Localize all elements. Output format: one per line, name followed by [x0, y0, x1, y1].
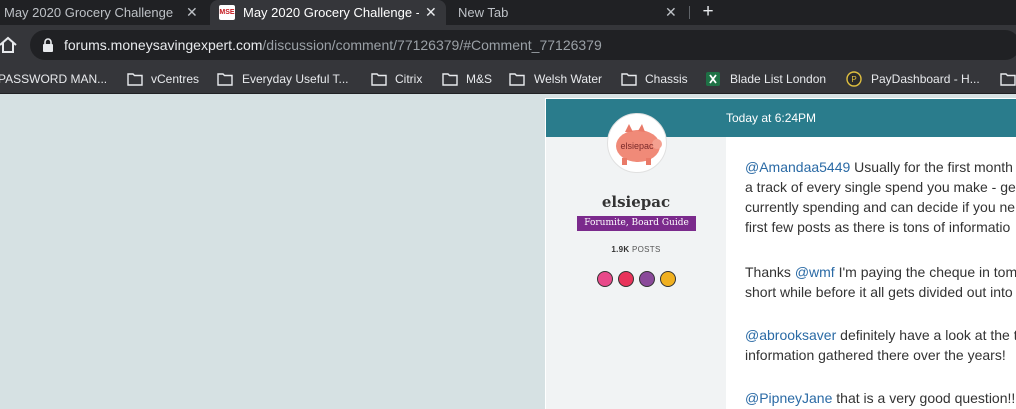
tab-title: New Tab — [458, 5, 509, 20]
mse-favicon-icon: MSE — [219, 5, 235, 20]
folder-icon — [217, 73, 233, 86]
new-tab-button[interactable]: + — [698, 0, 718, 25]
mention-link[interactable]: @Amandaa5449 — [745, 159, 850, 175]
tab-grocery-challenge-2[interactable]: MSE May 2020 Grocery Challenge - ✕ — [210, 0, 446, 25]
bookmark-label: M&S — [466, 72, 493, 86]
badge-icon[interactable] — [639, 271, 655, 287]
browser-toolbar: forums.moneysavingexpert.com/discussion/… — [0, 25, 1016, 65]
author-badges — [597, 271, 677, 287]
author-username[interactable]: elsiepac — [546, 193, 726, 211]
page-viewport: Today at 6:24PM elsiepac elsiepac Forumi… — [0, 94, 1016, 409]
badge-icon[interactable] — [660, 271, 676, 287]
bookmark-label: Welsh Water — [534, 72, 603, 86]
post-count-value: 1.9K — [611, 245, 630, 254]
tab-strip: May 2020 Grocery Challenge - ✕ MSE May 2… — [0, 0, 1016, 25]
mention-link[interactable]: @wmf — [795, 264, 835, 280]
folder-icon — [509, 73, 525, 86]
tab-title: May 2020 Grocery Challenge - — [243, 5, 419, 20]
author-role-badge: Forumite, Board Guide — [577, 216, 696, 231]
bookmark-label: PASSWORD MAN... — [0, 72, 108, 86]
pig-avatar-icon: elsiepac — [616, 124, 662, 165]
svg-text:P: P — [851, 75, 856, 84]
excel-icon — [706, 72, 720, 86]
forum-comment: Today at 6:24PM elsiepac elsiepac Forumi… — [545, 98, 1016, 409]
bookmark-label: Citrix — [395, 72, 423, 86]
comment-paragraph: Thanks @wmf I'm paying the cheque in tom… — [745, 264, 1016, 300]
close-tab-icon[interactable]: ✕ — [425, 0, 437, 25]
author-panel: elsiepac elsiepac Forumite, Board Guide … — [546, 113, 726, 409]
comment-paragraph: @PipneyJane that is a very good question… — [745, 390, 1016, 406]
url-host: forums.moneysavingexpert.com — [64, 37, 263, 53]
tab-new-tab[interactable]: New Tab ✕ — [446, 0, 686, 25]
folder-icon — [127, 73, 143, 86]
url-text: forums.moneysavingexpert.com/discussion/… — [64, 30, 602, 60]
bookmark-label: PayDashboard - H... — [871, 72, 980, 86]
bookmark-label: Everyday Useful T... — [242, 72, 349, 86]
comment-paragraph: @Amandaa5449 Usually for the first month… — [745, 159, 1016, 235]
bookmarks-bar: PASSWORD MAN... vCentres Everyday Useful… — [0, 65, 1016, 94]
mention-link[interactable]: @abrooksaver — [745, 327, 836, 343]
bookmark-label: vCentres — [151, 72, 200, 86]
comment-date[interactable]: Today at 6:24PM — [726, 99, 816, 137]
close-tab-icon[interactable]: ✕ — [186, 0, 198, 25]
folder-icon — [621, 73, 637, 86]
folder-icon — [442, 73, 458, 86]
folder-icon — [1000, 73, 1016, 86]
tab-separator — [689, 6, 690, 19]
home-icon[interactable] — [0, 35, 18, 55]
paydashboard-icon: P — [846, 71, 862, 87]
close-tab-icon[interactable]: ✕ — [665, 0, 677, 25]
badge-icon[interactable] — [618, 271, 634, 287]
url-path: /discussion/comment/77126379/#Comment_77… — [262, 37, 602, 53]
tab-grocery-challenge-1[interactable]: May 2020 Grocery Challenge - ✕ — [0, 0, 210, 25]
author-post-count: 1.9K POSTS — [546, 245, 726, 254]
bookmark-label: Blade List London — [730, 72, 827, 86]
tab-title: May 2020 Grocery Challenge - — [4, 5, 176, 20]
comment-paragraph: @abrooksaver definitely have a look at t… — [745, 327, 1016, 363]
badge-icon[interactable] — [597, 271, 613, 287]
address-bar[interactable]: forums.moneysavingexpert.com/discussion/… — [30, 30, 1016, 60]
post-count-label: POSTS — [632, 245, 661, 254]
bookmark-label: Chassis — [645, 72, 688, 86]
folder-icon — [371, 73, 387, 86]
lock-icon — [43, 38, 53, 52]
avatar-text: elsiepac — [620, 141, 654, 151]
avatar[interactable]: elsiepac — [607, 113, 667, 173]
